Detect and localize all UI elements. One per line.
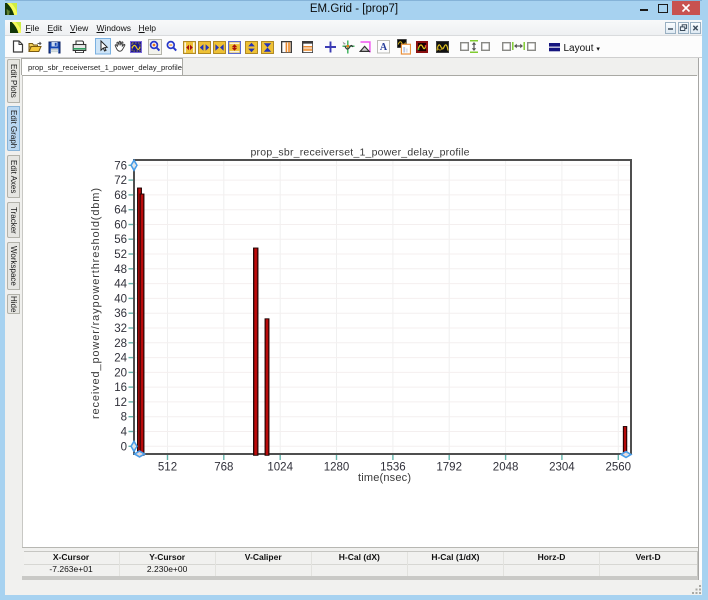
svg-text:1280: 1280 <box>323 462 349 474</box>
svg-text:68: 68 <box>114 190 127 202</box>
svg-text:0: 0 <box>120 441 126 453</box>
svg-text:prop_sbr_receiverset_1_power_d: prop_sbr_receiverset_1_power_delay_profi… <box>250 147 469 159</box>
svg-text:4: 4 <box>120 427 127 439</box>
svg-text:1024: 1024 <box>267 462 293 474</box>
svg-text:40: 40 <box>114 293 127 305</box>
svg-text:A: A <box>380 42 388 53</box>
svg-text:2304: 2304 <box>549 462 575 474</box>
svg-text:24: 24 <box>114 353 127 365</box>
svg-text:72: 72 <box>114 175 127 187</box>
svg-text:8: 8 <box>120 412 126 424</box>
svg-text:1792: 1792 <box>436 462 462 474</box>
svg-text:36: 36 <box>114 308 127 320</box>
svg-text:44: 44 <box>114 279 127 291</box>
svg-text:received_power/raypowerthresho: received_power/raypowerthreshold(dbm) <box>90 188 102 419</box>
svg-text:48: 48 <box>114 264 127 276</box>
svg-text:12: 12 <box>114 397 127 409</box>
svg-text:56: 56 <box>114 234 127 246</box>
svg-text:60: 60 <box>114 220 127 232</box>
svg-text:512: 512 <box>157 462 176 474</box>
svg-text:32: 32 <box>114 323 127 335</box>
svg-text:52: 52 <box>114 249 127 261</box>
svg-text:2048: 2048 <box>492 462 518 474</box>
svg-text:76: 76 <box>114 160 127 172</box>
svg-text:time(nsec): time(nsec) <box>358 472 411 484</box>
svg-text:16: 16 <box>114 382 127 394</box>
svg-text:28: 28 <box>114 338 127 350</box>
svg-text:64: 64 <box>114 205 127 217</box>
svg-text:768: 768 <box>214 462 233 474</box>
svg-text:20: 20 <box>114 367 127 379</box>
svg-text:2560: 2560 <box>605 462 631 474</box>
